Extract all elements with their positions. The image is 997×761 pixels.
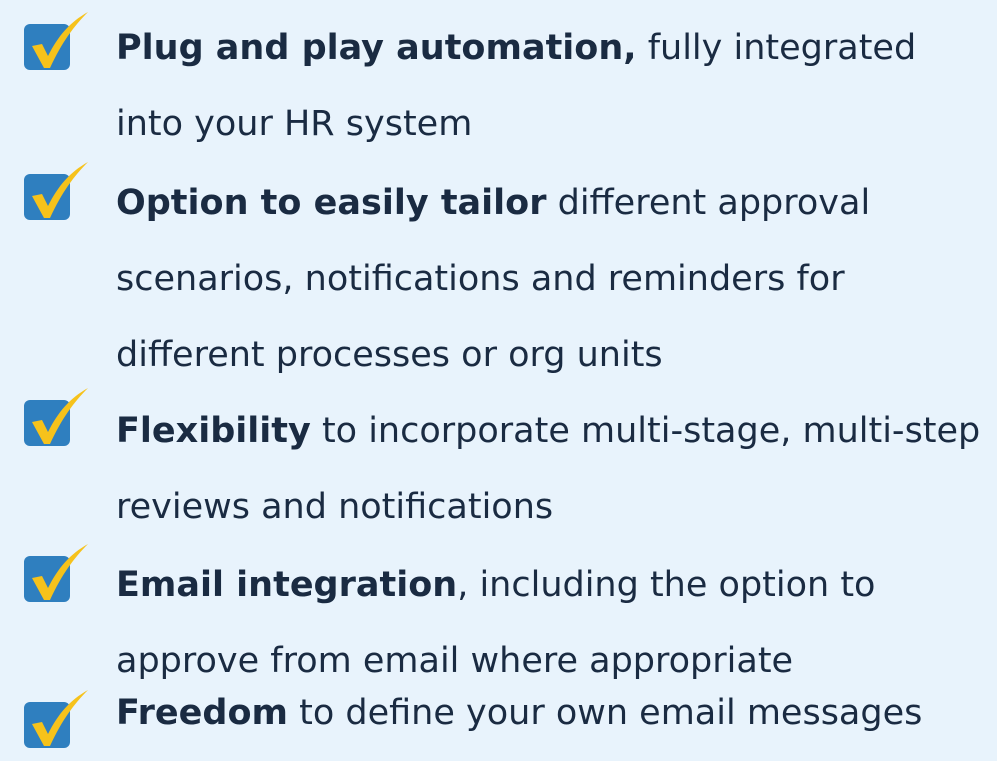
list-item-text: Flexibility to incorporate multi-stage, … [116,411,981,527]
list-item-text: Option to easily tailor different approv… [116,183,871,375]
checkbox-checked-icon [18,386,98,450]
checkbox-checked-icon [18,160,98,224]
list-item-text: Plug and play automation, fully integrat… [116,28,917,144]
feature-list: Plug and play automation, fully integrat… [0,0,997,761]
list-item-text: Freedom to define your own email message… [116,693,923,733]
checkbox-checked-icon [18,10,98,74]
checkbox-checked-icon [18,542,98,606]
checkbox-checked-icon [18,688,98,752]
